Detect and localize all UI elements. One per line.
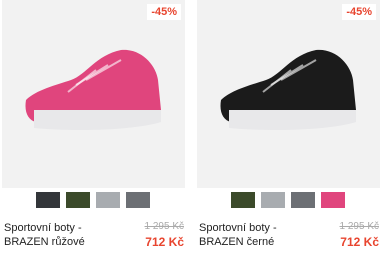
shoe-image-pink (25, 49, 162, 130)
swatch-3[interactable] (291, 192, 315, 208)
product-name[interactable]: Sportovní boty - BRAZEN růžové (4, 221, 128, 249)
swatch-3[interactable] (96, 192, 120, 208)
price: 712 Kč (145, 235, 184, 249)
old-price: 1 295 Kč (144, 221, 184, 232)
swatch-4[interactable] (321, 192, 345, 208)
product-image[interactable]: -45% (197, 0, 380, 188)
product-name[interactable]: Sportovní boty - BRAZEN černé (199, 221, 323, 249)
old-price: 1 295 Kč (339, 221, 379, 232)
product-grid: -45% Sportovní boty - BRAZEN růžové 1 29… (0, 0, 384, 270)
product-card[interactable]: -45% Sportovní boty - BRAZEN černé 1 295… (197, 0, 384, 270)
product-card[interactable]: -45% Sportovní boty - BRAZEN růžové 1 29… (2, 0, 190, 270)
discount-badge: -45% (147, 4, 181, 20)
swatch-4[interactable] (126, 192, 150, 208)
swatch-1[interactable] (231, 192, 255, 208)
discount-badge: -45% (342, 4, 376, 20)
product-image[interactable]: -45% (2, 0, 185, 188)
price: 712 Kč (340, 235, 379, 249)
color-swatches (231, 192, 351, 210)
swatch-2[interactable] (66, 192, 90, 208)
swatch-1[interactable] (36, 192, 60, 208)
shoe-image-black (220, 49, 356, 130)
swatch-2[interactable] (261, 192, 285, 208)
color-swatches (36, 192, 156, 210)
